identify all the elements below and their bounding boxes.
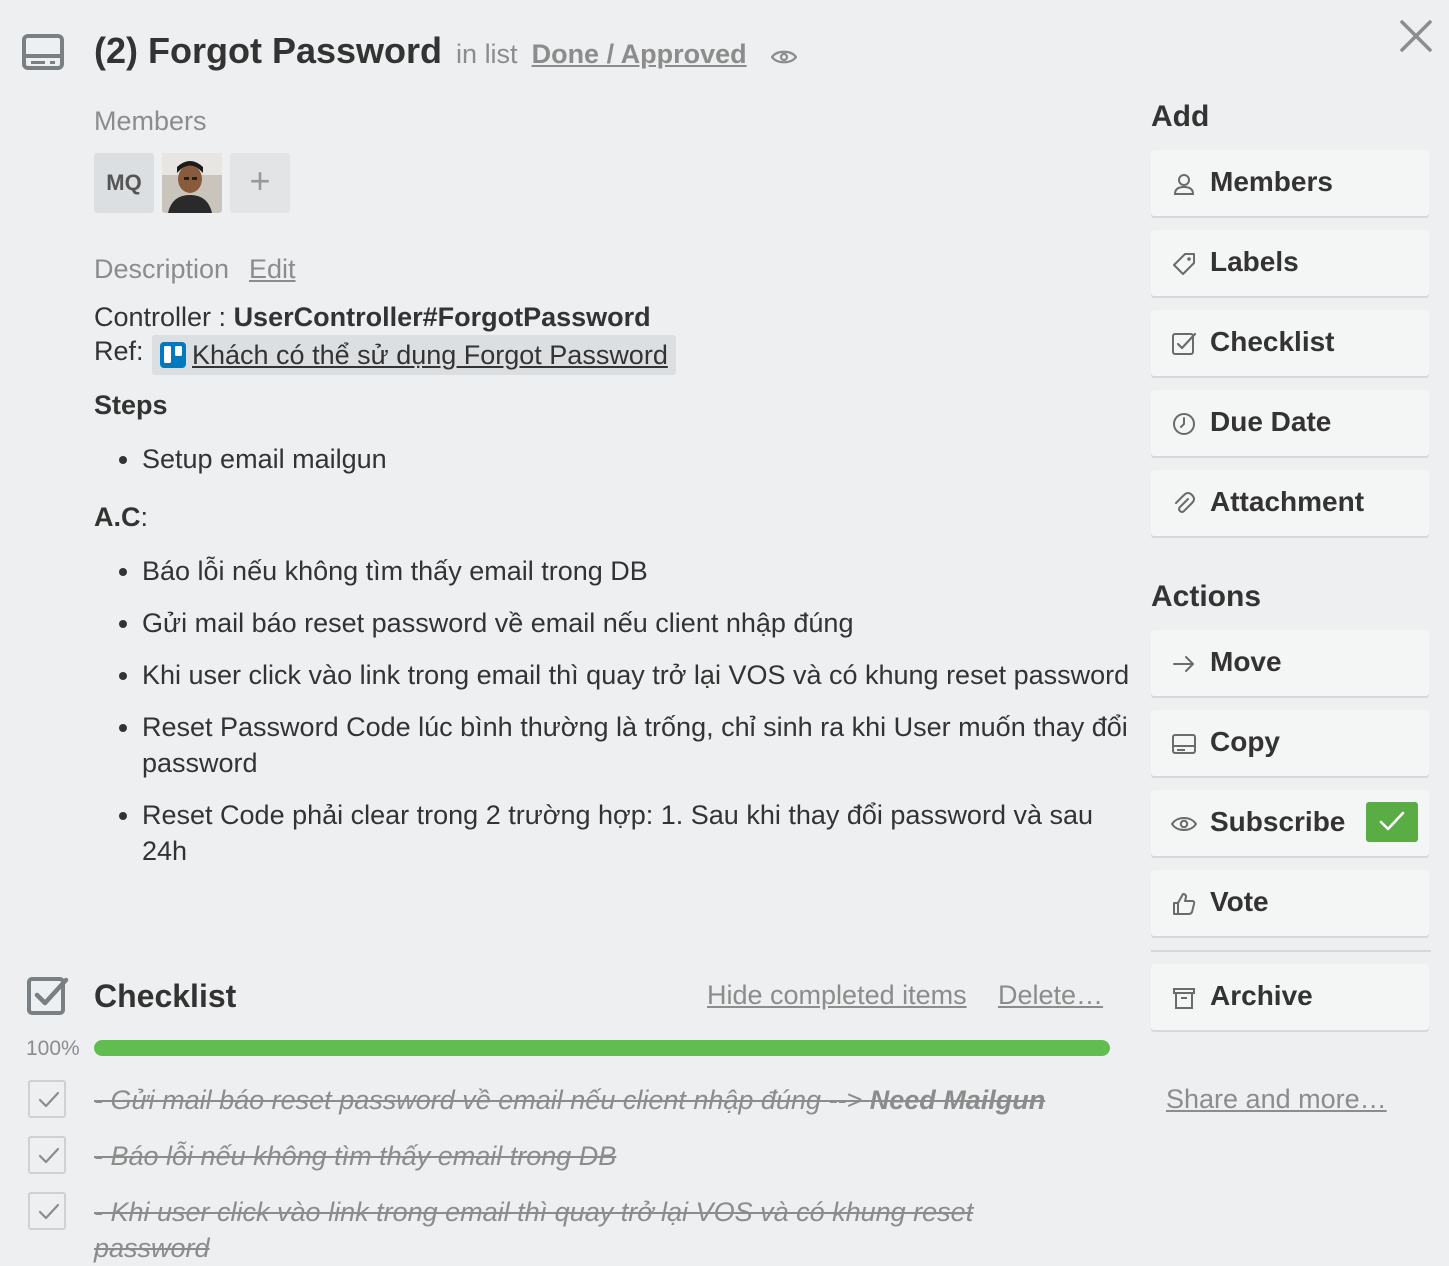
due-date-button-label: Due Date (1210, 406, 1332, 437)
eye-icon (1171, 817, 1197, 831)
delete-checklist-link[interactable]: Delete… (998, 980, 1103, 1011)
checklist-button[interactable]: Checklist (1151, 310, 1429, 376)
ac-heading-text: A.C (94, 502, 141, 532)
ref-card-link-text: Khách có thể sử dụng Forgot Password (192, 340, 668, 370)
subscribe-button[interactable]: Subscribe (1151, 790, 1429, 856)
list-item: Khi user click vào link trong email thì … (142, 657, 1142, 693)
person-icon (1173, 174, 1195, 195)
attachment-button-label: Attachment (1210, 486, 1365, 517)
share-and-more-link[interactable]: Share and more… (1166, 1084, 1387, 1115)
subscribe-button-label: Subscribe (1210, 806, 1346, 837)
controller-line: Controller : UserController#ForgotPasswo… (94, 302, 651, 333)
progress-percent: 100% (26, 1037, 80, 1060)
hide-completed-link[interactable]: Hide completed items (707, 980, 967, 1011)
checklist-item[interactable]: - Báo lỗi nếu không tìm thấy email trong… (94, 1138, 1104, 1174)
checklist-item-text: - Khi user click vào link trong email th… (94, 1197, 974, 1263)
list-item: Setup email mailgun (142, 441, 1102, 477)
checklist-item[interactable]: - Khi user click vào link trong email th… (94, 1194, 1034, 1266)
list-item: Reset Code phải clear trong 2 trường hợp… (142, 797, 1142, 869)
sidebar-divider (1151, 950, 1431, 952)
avatar-mq[interactable]: MQ (94, 153, 154, 213)
checklist-item-checkbox[interactable] (28, 1136, 66, 1174)
archive-button-label: Archive (1210, 980, 1313, 1011)
check-icon (1379, 811, 1405, 831)
check-icon (38, 1203, 60, 1220)
steps-list: Setup email mailgun (94, 441, 1102, 493)
card-title: (2) Forgot Password (94, 30, 443, 71)
checklist-item[interactable]: - Gửi mail báo reset password về email n… (94, 1082, 1104, 1118)
list-name-link[interactable]: Done / Approved (532, 39, 747, 69)
check-icon (38, 1147, 60, 1164)
members-button[interactable]: Members (1151, 150, 1429, 216)
thumbs-up-icon (1173, 893, 1196, 915)
checklist-item-text: - Gửi mail báo reset password về email n… (94, 1085, 870, 1115)
close-icon[interactable] (1398, 18, 1434, 54)
ref-card-link[interactable]: Khách có thể sử dụng Forgot Password (152, 335, 676, 375)
vote-button[interactable]: Vote (1151, 870, 1429, 936)
archive-button[interactable]: Archive (1151, 964, 1429, 1030)
steps-heading: Steps (94, 390, 168, 420)
checklist-button-label: Checklist (1210, 326, 1335, 357)
subscribed-check (1366, 802, 1418, 842)
checklist-item-text: - Báo lỗi nếu không tìm thấy email trong… (94, 1141, 617, 1171)
attachment-button[interactable]: Attachment (1151, 470, 1429, 536)
vote-button-label: Vote (1210, 886, 1269, 917)
actions-heading: Actions (1151, 580, 1262, 613)
controller-prefix: Controller : (94, 302, 234, 332)
copy-button-label: Copy (1210, 726, 1280, 757)
in-list-text: in list (456, 39, 518, 69)
members-label: Members (94, 106, 207, 136)
progress-bar (94, 1040, 1110, 1056)
card-title-row: (2) Forgot Password in list Done / Appro… (94, 30, 797, 74)
ac-heading: A.C: (94, 502, 148, 533)
trello-logo-icon (160, 342, 186, 368)
clock-icon (1173, 413, 1195, 435)
description-label: Description (94, 254, 230, 284)
arrow-right-icon (1173, 656, 1194, 672)
list-item: Gửi mail báo reset password về email nếu… (142, 605, 1142, 641)
add-member-button[interactable]: + (230, 153, 290, 213)
checklist-icon (27, 977, 69, 1015)
ac-list: Báo lỗi nếu không tìm thấy email trong D… (94, 553, 1142, 885)
due-date-button[interactable]: Due Date (1151, 390, 1429, 456)
move-button-label: Move (1210, 646, 1282, 677)
check-icon (38, 1091, 60, 1108)
tag-icon (1173, 253, 1195, 275)
move-button[interactable]: Move (1151, 630, 1429, 696)
checkbox-icon (1172, 332, 1197, 355)
card-icon (22, 34, 64, 70)
controller-value: UserController#ForgotPassword (233, 302, 651, 332)
copy-button[interactable]: Copy (1151, 710, 1429, 776)
members-button-label: Members (1210, 166, 1333, 197)
checklist-item-bold: Need Mailgun (869, 1085, 1046, 1115)
labels-button[interactable]: Labels (1151, 230, 1429, 296)
ac-colon: : (140, 502, 149, 532)
archive-icon (1173, 988, 1195, 1009)
checklist-item-checkbox[interactable] (28, 1080, 66, 1118)
description-edit-link[interactable]: Edit (249, 254, 296, 285)
list-item: Báo lỗi nếu không tìm thấy email trong D… (142, 553, 1142, 589)
labels-button-label: Labels (1210, 246, 1299, 277)
checklist-title: Checklist (94, 978, 237, 1014)
avatar-photo[interactable] (162, 153, 222, 213)
ref-prefix: Ref: (94, 336, 144, 366)
add-heading: Add (1151, 100, 1210, 133)
checklist-item-checkbox[interactable] (28, 1192, 66, 1230)
watch-eye-icon (770, 32, 797, 74)
list-item: Reset Password Code lúc bình thường là t… (142, 709, 1142, 781)
card-icon (1172, 734, 1196, 754)
paperclip-icon (1175, 492, 1195, 513)
progress-bar-fill (94, 1040, 1110, 1056)
